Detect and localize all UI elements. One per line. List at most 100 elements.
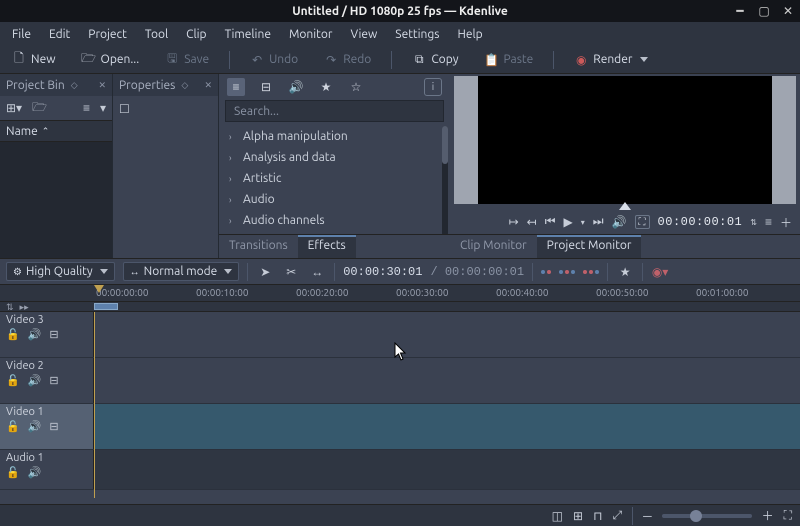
options-icon[interactable]: ▾ bbox=[100, 101, 106, 115]
checkbox-icon[interactable]: ☐ bbox=[119, 103, 130, 116]
effects-search[interactable]: Search... bbox=[225, 100, 444, 122]
zoom-fit-icon[interactable]: ⛶ bbox=[784, 509, 792, 523]
monitor-viewport[interactable] bbox=[454, 76, 796, 204]
zoom-in-icon[interactable]: ＋ bbox=[762, 507, 774, 524]
category-item[interactable]: ›Artistic bbox=[223, 168, 446, 189]
effects-audio-icon[interactable]: 🔊 bbox=[287, 78, 305, 96]
category-item[interactable]: ›Audio bbox=[223, 189, 446, 210]
editmode-dropdown[interactable]: ↔Normal mode bbox=[123, 262, 240, 281]
undock-icon[interactable]: ◇ bbox=[181, 80, 188, 91]
menu-view[interactable]: View bbox=[342, 25, 385, 44]
color-markers-2[interactable] bbox=[559, 270, 575, 274]
color-markers-1[interactable] bbox=[541, 270, 551, 274]
menu-help[interactable]: Help bbox=[450, 25, 491, 44]
mute-icon[interactable]: 🔊 bbox=[28, 420, 42, 433]
play-options-icon[interactable]: ▾ bbox=[581, 218, 585, 227]
menu-settings[interactable]: Settings bbox=[387, 25, 447, 44]
category-item[interactable]: ›Alpha manipulation bbox=[223, 126, 446, 147]
spacer-tool-icon[interactable]: ↔ bbox=[308, 263, 326, 281]
bin-list[interactable] bbox=[0, 142, 112, 258]
add-clip-icon[interactable]: ⊞▾ bbox=[6, 101, 22, 115]
menu-timeline[interactable]: Timeline bbox=[217, 25, 279, 44]
hide-icon[interactable]: ⊟ bbox=[49, 420, 58, 433]
mute-icon[interactable]: 🔊 bbox=[28, 466, 42, 479]
hide-icon[interactable]: ⊟ bbox=[49, 328, 58, 341]
menu-edit[interactable]: Edit bbox=[41, 25, 78, 44]
menu-tool[interactable]: Tool bbox=[137, 25, 176, 44]
menu-project[interactable]: Project bbox=[80, 25, 135, 44]
effects-video-icon[interactable]: ⊟ bbox=[257, 78, 275, 96]
monitor-add-icon[interactable]: ＋ bbox=[780, 214, 792, 231]
minimize-button[interactable]: ━ bbox=[728, 4, 752, 18]
zoom-slider[interactable] bbox=[662, 514, 752, 518]
track-head[interactable]: Video 2 🔓🔊⊟ bbox=[0, 358, 94, 403]
timeline-timecode[interactable]: 00:00:30:01 bbox=[343, 265, 422, 279]
track-body[interactable] bbox=[94, 358, 800, 403]
forward-icon[interactable]: ⏭ bbox=[593, 215, 604, 229]
undo-button[interactable]: ↶Undo bbox=[244, 51, 304, 69]
favorite-icon[interactable]: ★ bbox=[317, 78, 335, 96]
open-button[interactable]: 🗁Open... bbox=[76, 51, 146, 69]
copy-button[interactable]: ⧉Copy bbox=[406, 51, 464, 69]
hide-icon[interactable]: ⊟ bbox=[49, 374, 58, 387]
track-sort-icon[interactable]: ⇅ bbox=[6, 302, 14, 313]
tc-stepper-icon[interactable]: ⇅ bbox=[750, 218, 757, 227]
track-head[interactable]: Video 3 🔓🔊⊟ bbox=[0, 312, 94, 357]
category-item[interactable]: ›Analysis and data bbox=[223, 147, 446, 168]
tab-effects[interactable]: Effects bbox=[298, 235, 356, 258]
favorite-outline-icon[interactable]: ☆ bbox=[347, 78, 365, 96]
track-body[interactable] bbox=[94, 450, 800, 489]
track-head[interactable]: Video 1 🔓🔊⊟ bbox=[0, 404, 94, 449]
timeline-markerbar[interactable]: ⇅ ▸▸ bbox=[0, 302, 800, 312]
effects-scrollbar[interactable] bbox=[442, 126, 448, 234]
quality-dropdown[interactable]: ⚙High Quality bbox=[6, 262, 115, 281]
lock-icon[interactable]: 🔓 bbox=[6, 466, 20, 479]
tab-transitions[interactable]: Transitions bbox=[219, 235, 298, 258]
status-snap-icon[interactable]: ⊓ bbox=[593, 509, 602, 523]
fullscreen-icon[interactable]: ⛶ bbox=[635, 215, 650, 229]
status-split-icon[interactable]: ◫ bbox=[552, 509, 563, 523]
redo-button[interactable]: ↷Redo bbox=[318, 51, 377, 69]
paste-button[interactable]: 📋Paste bbox=[478, 51, 539, 69]
rewind-icon[interactable]: ⏮ bbox=[545, 215, 556, 229]
zone-out-icon[interactable]: ↤ bbox=[527, 215, 537, 229]
timeline-ruler[interactable]: 00:00:00:00 00:00:10:00 00:00:20:00 00:0… bbox=[0, 284, 800, 302]
razor-tool-icon[interactable]: ✂ bbox=[282, 263, 300, 281]
tab-project-monitor[interactable]: Project Monitor bbox=[537, 235, 642, 258]
zone-in-icon[interactable]: ↦ bbox=[509, 215, 519, 229]
track-body[interactable] bbox=[94, 312, 800, 357]
new-button[interactable]: 🗋New bbox=[6, 51, 62, 69]
playhead-icon[interactable] bbox=[94, 285, 104, 293]
close-panel-icon[interactable]: ✕ bbox=[204, 80, 212, 91]
tab-clip-monitor[interactable]: Clip Monitor bbox=[450, 235, 537, 258]
status-thumb-icon[interactable]: ⊞ bbox=[573, 509, 583, 523]
record-icon[interactable]: ◉▾ bbox=[651, 263, 669, 281]
project-bin-header[interactable]: Project Bin ◇ ✕ bbox=[0, 74, 112, 96]
list-view-icon[interactable]: ≡ bbox=[83, 101, 90, 115]
mute-icon[interactable]: 🔊 bbox=[28, 328, 42, 341]
folder-icon[interactable]: 🗁 bbox=[32, 98, 47, 119]
color-markers-3[interactable] bbox=[583, 270, 599, 274]
track-expand-icon[interactable]: ▸▸ bbox=[20, 302, 29, 313]
zone-marker[interactable] bbox=[94, 303, 118, 310]
play-icon[interactable]: ▶ bbox=[564, 215, 573, 229]
maximize-button[interactable]: ▢ bbox=[752, 4, 776, 18]
status-fit-icon[interactable]: ⤢ bbox=[612, 509, 622, 523]
render-button[interactable]: ◉Render bbox=[568, 51, 654, 69]
lock-icon[interactable]: 🔓 bbox=[6, 328, 20, 341]
lock-icon[interactable]: 🔓 bbox=[6, 374, 20, 387]
menu-clip[interactable]: Clip bbox=[178, 25, 214, 44]
close-button[interactable]: ✕ bbox=[776, 4, 800, 18]
menu-file[interactable]: File bbox=[4, 25, 39, 44]
zoom-handle[interactable] bbox=[690, 510, 702, 522]
save-button[interactable]: 🖫Save bbox=[159, 51, 215, 69]
menu-monitor[interactable]: Monitor bbox=[281, 25, 340, 44]
monitor-menu-icon[interactable]: ≡ bbox=[765, 215, 772, 229]
monitor-timecode[interactable]: 00:00:00:01 bbox=[658, 215, 743, 229]
select-tool-icon[interactable]: ➤ bbox=[256, 263, 274, 281]
track-head[interactable]: Audio 1 🔓🔊 bbox=[0, 450, 94, 489]
close-panel-icon[interactable]: ✕ bbox=[98, 80, 106, 91]
effects-main-icon[interactable]: ≡ bbox=[227, 78, 245, 96]
lock-icon[interactable]: 🔓 bbox=[6, 420, 20, 433]
volume-icon[interactable]: 🔊 bbox=[612, 215, 627, 229]
